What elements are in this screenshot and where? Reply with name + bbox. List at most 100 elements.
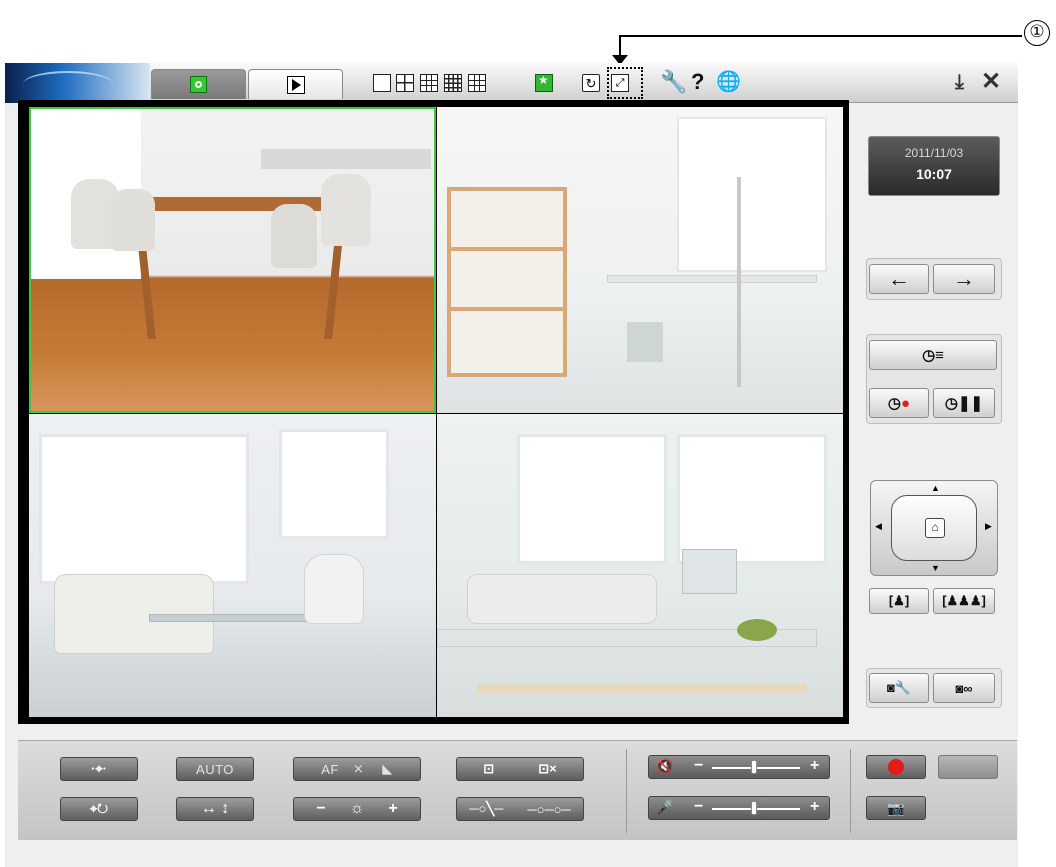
shelf	[451, 247, 563, 251]
brightness-icon: ☼	[349, 800, 365, 817]
group-zoom-icon: [♟♟♟]	[942, 593, 986, 608]
camera-view-4[interactable]	[437, 414, 843, 717]
plus-icon: +	[388, 800, 398, 817]
globe-icon[interactable]: 🌐	[716, 69, 741, 95]
brightness-control[interactable]: − ☼ +	[293, 797, 421, 821]
close-icon[interactable]: ✕	[981, 67, 1001, 96]
quad-view-icon[interactable]	[396, 74, 414, 92]
preset-button[interactable]: ·⌖·	[60, 757, 138, 781]
green-bowl	[737, 619, 777, 641]
auto-button[interactable]: AUTO	[176, 757, 254, 781]
prev-page-button[interactable]: ←	[869, 264, 929, 294]
schedule-list-button[interactable]: ◷≡	[869, 340, 997, 370]
bookshelf	[447, 187, 567, 377]
camera-view-1[interactable]	[29, 107, 436, 413]
ptz-control[interactable]: ⌂ ▲ ▼ ◀ ▶	[870, 480, 998, 576]
chair	[111, 189, 155, 251]
clock-record-icon: ◷●	[887, 395, 911, 412]
desk	[607, 275, 817, 283]
wrench-icon[interactable]: 🔧	[660, 69, 687, 95]
window	[677, 117, 827, 272]
top-toolbar: ↻ ⤢ 🔧 ? 🌐 ⤓ ✕	[5, 63, 1018, 103]
nine-view-icon[interactable]	[420, 74, 438, 92]
camera-wrench-icon: ◙🔧	[886, 680, 912, 695]
time-text: 10:07	[916, 166, 952, 182]
ptz-right-icon[interactable]: ▶	[985, 521, 992, 532]
switch-on-icon: ─○─○─	[527, 801, 571, 817]
mic-plus-icon: +	[810, 798, 820, 815]
ptz-left-icon[interactable]: ◀	[875, 521, 882, 532]
minus-icon: −	[316, 800, 326, 817]
flip-button[interactable]: ↔ ↕	[176, 797, 254, 821]
mic-slider-knob[interactable]	[751, 801, 757, 815]
camera-view-3[interactable]	[29, 414, 436, 717]
camera-link-icon: ◙∞	[955, 680, 973, 696]
date-text: 2011/11/03	[904, 146, 964, 160]
focus-button[interactable]: AF ⨯ ◣	[293, 757, 421, 781]
sixteen-view-icon[interactable]	[444, 74, 462, 92]
callout-line	[619, 35, 1022, 37]
ptz-up-icon[interactable]: ▲	[931, 483, 940, 493]
camera-link-button[interactable]: ◙∞	[933, 673, 995, 703]
mic-mute-icon[interactable]: 🎤	[656, 799, 673, 816]
camera-view-2[interactable]	[437, 107, 843, 413]
preset-rotate-icon: ⌖↻	[89, 801, 109, 816]
focus-far-icon: ◣	[382, 761, 393, 776]
preset-move-icon: ·⌖·	[91, 761, 107, 776]
floor-lamp	[737, 177, 741, 387]
person-zoom-icon: [♟]	[888, 593, 910, 608]
tab-live[interactable]	[151, 69, 246, 99]
pause-record-button[interactable]: ◷❚❚	[933, 388, 995, 418]
window	[517, 434, 667, 564]
manual-record-button[interactable]	[866, 755, 926, 779]
divider	[626, 749, 627, 833]
camera-live-icon	[190, 76, 207, 93]
zoom-in-icon: ⊡	[483, 761, 495, 776]
datetime-display: 2011/11/03 10:07	[868, 136, 1000, 196]
ptz-down-icon[interactable]: ▼	[931, 563, 940, 573]
storage-box	[682, 549, 737, 594]
preset-rotate-button[interactable]: ⌖↻	[60, 797, 138, 821]
speaker-mute-icon[interactable]: 🔇	[656, 758, 673, 775]
callout-number: ①	[1024, 20, 1050, 46]
record-dot-icon	[888, 759, 904, 775]
coffee-table	[149, 614, 309, 622]
shelf	[451, 307, 563, 311]
refresh-icon[interactable]: ↻	[582, 74, 600, 92]
rug	[477, 684, 807, 694]
arrow-right-icon: →	[953, 266, 975, 291]
focus-near-icon: ⨯	[352, 761, 365, 776]
ptz-pad[interactable]: ⌂	[891, 495, 977, 561]
single-view-icon[interactable]	[373, 74, 391, 92]
home-icon[interactable]: ⌂	[925, 518, 945, 538]
camera-settings-button[interactable]: ◙🔧	[869, 673, 929, 703]
volume-minus-icon: −	[694, 757, 704, 774]
bottom-control-panel: ·⌖· ⌖↻ AUTO ↔ ↕ AF ⨯ ◣ − ☼ + ⊡ ⊡× ─○╲─ ─○─○─ 🔇…	[18, 740, 1017, 840]
play-icon	[286, 75, 305, 94]
window	[39, 434, 249, 584]
switch-buttons[interactable]: ─○╲─ ─○─○─	[456, 797, 584, 821]
brand-logo	[5, 63, 150, 103]
callout-highlight-box	[607, 67, 643, 99]
speaker-slider-knob[interactable]	[751, 760, 757, 774]
sequence-view-icon[interactable]	[535, 73, 553, 92]
zoom-out-icon: ⊡×	[538, 761, 557, 776]
record-button[interactable]: ◷●	[869, 388, 929, 418]
clock-list-icon: ◷≡	[922, 347, 944, 364]
snapshot-button[interactable]: 📷	[866, 796, 926, 820]
flip-arrows-icon: ↔ ↕	[200, 800, 230, 817]
window	[279, 429, 389, 539]
zoom-group-button[interactable]: [♟♟♟]	[933, 588, 995, 614]
next-page-button[interactable]: →	[933, 264, 995, 294]
zoom-person-button[interactable]: [♟]	[869, 588, 929, 614]
switch-off-icon: ─○╲─	[469, 801, 504, 816]
help-icon[interactable]: ?	[691, 69, 704, 95]
arrow-left-icon: ←	[888, 266, 910, 291]
minimize-icon[interactable]: ⤓	[955, 71, 964, 94]
chair	[271, 204, 317, 268]
zoom-buttons[interactable]: ⊡ ⊡×	[456, 757, 584, 781]
mic-minus-icon: −	[694, 798, 704, 815]
tab-playback[interactable]	[248, 69, 343, 99]
twelve-view-icon[interactable]	[468, 74, 486, 92]
stop-record-button[interactable]	[938, 755, 998, 779]
